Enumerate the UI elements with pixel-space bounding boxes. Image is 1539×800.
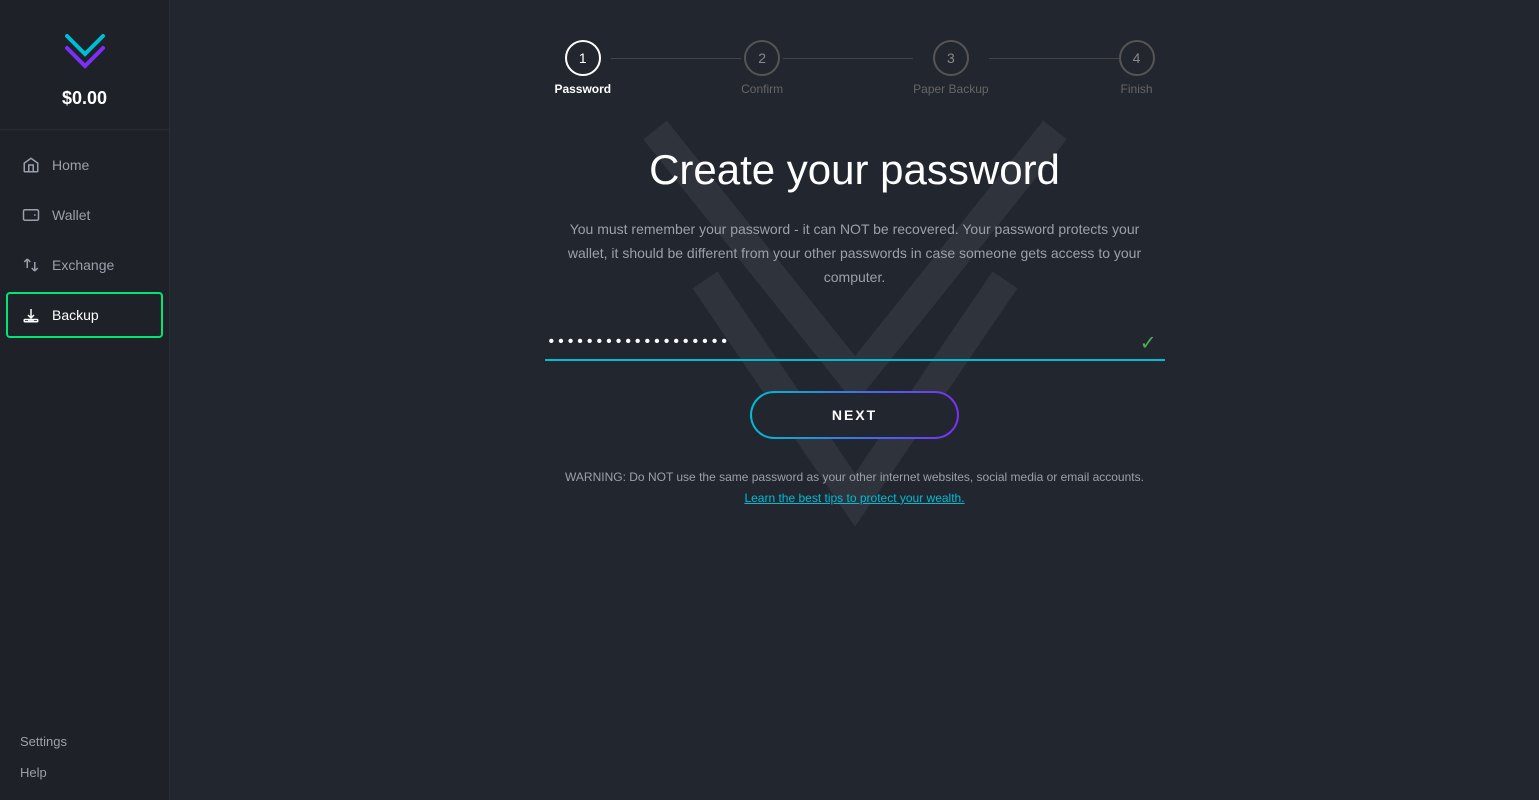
step-connector-2 <box>783 58 913 59</box>
stepper: 1 Password 2 Confirm 3 Paper Backup 4 <box>554 40 1154 96</box>
app-logo-icon <box>59 28 111 80</box>
form-title: Create your password <box>649 146 1060 194</box>
sidebar-balance: $0.00 <box>62 88 107 109</box>
settings-link[interactable]: Settings <box>20 734 149 749</box>
step-connector-1 <box>611 58 741 59</box>
sidebar: $0.00 Home Wallet Exchange <box>0 0 170 800</box>
sidebar-logo: $0.00 <box>0 0 169 130</box>
password-field-wrapper: ✓ <box>545 325 1165 361</box>
password-input[interactable] <box>545 325 1165 361</box>
sidebar-nav: Home Wallet Exchange <box>0 130 169 714</box>
sidebar-bottom: Settings Help <box>0 714 169 800</box>
exchange-icon <box>22 256 40 274</box>
sidebar-item-backup[interactable]: Backup <box>6 292 163 338</box>
sidebar-item-home[interactable]: Home <box>0 140 169 190</box>
step-paper-backup: 3 Paper Backup <box>913 40 988 96</box>
step-4-circle: 4 <box>1119 40 1155 76</box>
step-finish: 4 Finish <box>1119 40 1155 96</box>
sidebar-item-wallet[interactable]: Wallet <box>0 190 169 240</box>
warning-text: WARNING: Do NOT use the same password as… <box>565 470 1144 484</box>
home-icon <box>22 156 40 174</box>
sidebar-item-backup-label: Backup <box>52 307 99 323</box>
main-content: 1 Password 2 Confirm 3 Paper Backup 4 <box>170 0 1539 800</box>
sidebar-item-home-label: Home <box>52 157 89 173</box>
step-2-circle: 2 <box>744 40 780 76</box>
step-3-circle: 3 <box>933 40 969 76</box>
step-password: 1 Password <box>554 40 611 96</box>
sidebar-item-exchange[interactable]: Exchange <box>0 240 169 290</box>
backup-icon <box>22 306 40 324</box>
help-link[interactable]: Help <box>20 765 149 780</box>
next-button[interactable]: NEXT <box>750 391 959 439</box>
warning-link[interactable]: Learn the best tips to protect your weal… <box>744 491 964 505</box>
step-connector-3 <box>989 58 1119 59</box>
check-icon: ✓ <box>1140 331 1157 356</box>
wallet-icon <box>22 206 40 224</box>
step-1-circle: 1 <box>565 40 601 76</box>
step-4-label: Finish <box>1121 82 1153 96</box>
step-2-label: Confirm <box>741 82 783 96</box>
warning-text-wrapper: WARNING: Do NOT use the same password as… <box>565 467 1144 508</box>
step-3-label: Paper Backup <box>913 82 988 96</box>
form-description: You must remember your password - it can… <box>565 218 1145 289</box>
step-1-label: Password <box>554 82 611 96</box>
step-confirm: 2 Confirm <box>741 40 783 96</box>
password-form: Create your password You must remember y… <box>545 146 1165 508</box>
sidebar-item-exchange-label: Exchange <box>52 257 114 273</box>
sidebar-item-wallet-label: Wallet <box>52 207 90 223</box>
